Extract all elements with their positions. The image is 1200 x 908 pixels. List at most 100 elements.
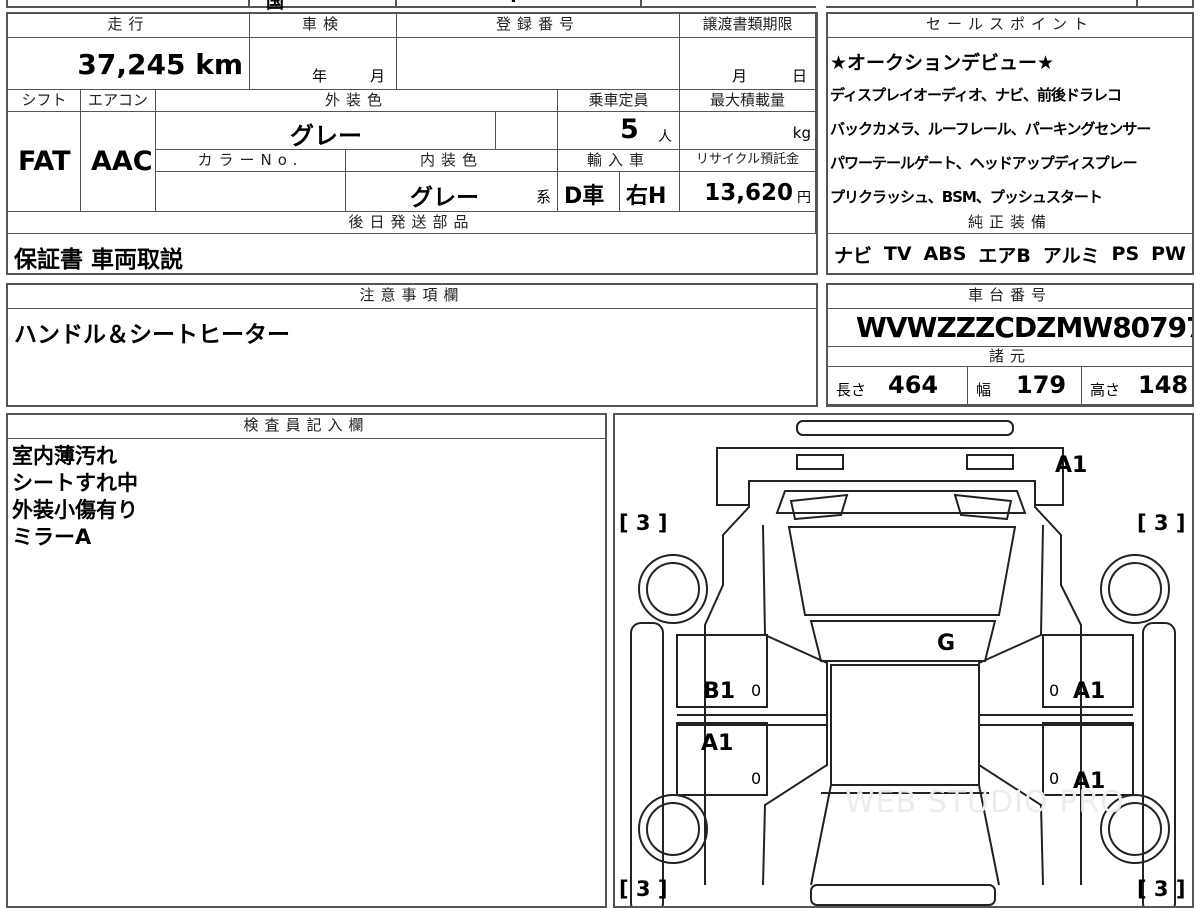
- aircon-cell: AAC: [81, 112, 156, 212]
- import-type-cell: D車: [558, 172, 620, 212]
- header-registration-number: 登録番号: [397, 14, 680, 38]
- chassis-box: 車台番号 WVWZZZCDZMW807974 諸元 長さ 464 幅 179 高…: [826, 283, 1194, 407]
- tire-tread-mark: [ 3 ]: [619, 877, 668, 901]
- sales-point-line: パワーテールゲート、ヘッドアップディスプレー: [830, 154, 1138, 172]
- transfer-day-label: 日: [792, 67, 808, 85]
- notes-box: 注意事項欄 ハンドル＆シートヒーター: [6, 283, 818, 407]
- header-capacity: 乗車定員: [558, 90, 680, 112]
- header-later-parts: 後日発送部品: [8, 212, 816, 234]
- capacity-value: 5: [620, 114, 639, 145]
- top-strip-fragment-2: .: [510, 0, 517, 7]
- later-parts-value: 保証書 車両取説: [14, 247, 184, 273]
- inspector-note-line: 外装小傷有り: [12, 498, 138, 522]
- door-zero-mark: 0: [751, 681, 762, 700]
- damage-mark: A1: [1073, 679, 1106, 704]
- header-notes: 注意事項欄: [8, 285, 816, 309]
- tire-tread-mark: [ 3 ]: [1137, 877, 1186, 901]
- header-standard-equipment: 純正装備: [828, 212, 1192, 234]
- door-zero-mark: 0: [1049, 769, 1060, 788]
- spec-height-value: 148: [1138, 371, 1189, 399]
- steering-cell: 右H: [620, 172, 680, 212]
- sales-points-box: セールスポイント ★オークションデビュー★ ディスプレイオーディオ、ナビ、前後ド…: [826, 12, 1194, 275]
- header-import: 輸入車: [558, 150, 680, 172]
- header-inspection: 車検: [250, 14, 397, 38]
- exterior-color-value: グレー: [290, 122, 362, 150]
- color-number-cell: [156, 172, 346, 212]
- header-exterior-color: 外装色: [156, 90, 558, 112]
- damage-mark: A1: [1055, 453, 1088, 478]
- car-damage-diagram: WEB STUDIO PRO A1 G B1 A1 A1 A1 [ 3 ] [ …: [613, 413, 1194, 908]
- equipment-item: PS: [1111, 243, 1140, 265]
- recycle-deposit-unit: 円: [797, 190, 811, 206]
- sales-point-line: ★オークションデビュー★: [830, 52, 1055, 74]
- inspection-month-label: 月: [370, 67, 386, 85]
- vehicle-info-table: 走行 車検 登録番号 譲渡書類期限 37,245 km 年 月 月 日 シフト …: [6, 12, 818, 275]
- header-transfer-deadline: 譲渡書類期限: [680, 14, 816, 38]
- inspector-note-line: 室内薄汚れ: [12, 444, 117, 468]
- spec-length-value: 464: [888, 371, 939, 399]
- spec-height-cell: 高さ 148: [1082, 367, 1192, 405]
- interior-color-cell: グレー 系: [346, 172, 558, 212]
- transfer-month-label: 月: [732, 67, 748, 85]
- header-mileage: 走行: [8, 14, 250, 38]
- door-zero-mark: 0: [751, 769, 762, 788]
- aircon-value: AAC: [91, 146, 153, 177]
- sales-point-line: バックカメラ、ルーフレール、パーキングセンサー: [830, 120, 1151, 138]
- sales-point-line: ディスプレイオーディオ、ナビ、前後ドラレコ: [830, 86, 1122, 104]
- exterior-color-extra-cell: [496, 112, 558, 150]
- later-parts-cell: 保証書 車両取説: [8, 234, 816, 273]
- damage-mark: B1: [703, 679, 736, 704]
- header-max-load: 最大積載量: [680, 90, 816, 112]
- header-color-number: カラーNo.: [156, 150, 346, 172]
- tire-tread-mark: [ 3 ]: [619, 511, 668, 535]
- recycle-deposit-value: 13,620: [704, 180, 793, 206]
- equipment-item: PW: [1151, 243, 1186, 265]
- max-load-unit: kg: [792, 124, 811, 142]
- equipment-item: エアB: [978, 244, 1031, 267]
- spec-height-label: 高さ: [1090, 381, 1121, 399]
- damage-mark: A1: [701, 731, 734, 756]
- car-outline: [630, 420, 1176, 906]
- top-strip: 国 .: [0, 0, 1200, 13]
- spec-width-cell: 幅 179: [968, 367, 1082, 405]
- interior-color-suffix: 系: [536, 188, 552, 206]
- shift-value: FAT: [18, 146, 71, 177]
- header-sales-points: セールスポイント: [828, 14, 1192, 38]
- equipment-item: アルミ: [1042, 244, 1100, 267]
- chassis-number-cell: WVWZZZCDZMW807974: [828, 309, 1192, 347]
- spec-width-value: 179: [1016, 371, 1067, 399]
- header-shift: シフト: [8, 90, 81, 112]
- mileage-value: 37,245 km: [77, 48, 243, 81]
- header-aircon: エアコン: [81, 90, 156, 112]
- equipment-item: TV: [883, 243, 912, 265]
- header-interior-color: 内装色: [346, 150, 558, 172]
- chassis-number-value: WVWZZZCDZMW807974: [856, 311, 1192, 344]
- equipment-item: ナビ: [833, 244, 872, 267]
- inspector-notes-box: 検査員記入欄 室内薄汚れ シートすれ中 外装小傷有り ミラーA: [6, 413, 607, 908]
- shift-cell: FAT: [8, 112, 81, 212]
- header-chassis-number: 車台番号: [828, 285, 1192, 309]
- capacity-unit: 人: [658, 129, 672, 145]
- inspector-note-line: シートすれ中: [12, 471, 138, 495]
- equipment-item: ABS: [923, 243, 967, 265]
- sales-points-list: ★オークションデビュー★ ディスプレイオーディオ、ナビ、前後ドラレコ バックカメ…: [828, 38, 1192, 213]
- inspection-year-label: 年: [312, 67, 328, 85]
- spec-length-cell: 長さ 464: [828, 367, 968, 405]
- max-load-cell: kg: [680, 112, 816, 150]
- notes-value: ハンドル＆シートヒーター: [14, 322, 290, 348]
- header-specs: 諸元: [828, 347, 1192, 367]
- exterior-color-cell: グレー: [156, 112, 496, 150]
- interior-color-value: グレー: [410, 185, 479, 211]
- damage-mark: A1: [1073, 769, 1106, 794]
- door-zero-mark: 0: [1049, 681, 1060, 700]
- transfer-deadline-cell: 月 日: [680, 38, 816, 90]
- import-type-value: D車: [564, 184, 605, 209]
- standard-equipment-list: ナビ TV ABS エアB アルミ PS PW: [828, 236, 1192, 272]
- inspection-cell: 年 月: [250, 38, 397, 90]
- damage-mark: G: [937, 631, 956, 656]
- inspector-notes-list: 室内薄汚れ シートすれ中 外装小傷有り ミラーA: [12, 443, 138, 551]
- steering-value: 右H: [626, 184, 667, 209]
- inspector-note-line: ミラーA: [12, 525, 92, 549]
- spec-length-label: 長さ: [836, 381, 867, 399]
- mileage-cell: 37,245 km: [8, 38, 250, 90]
